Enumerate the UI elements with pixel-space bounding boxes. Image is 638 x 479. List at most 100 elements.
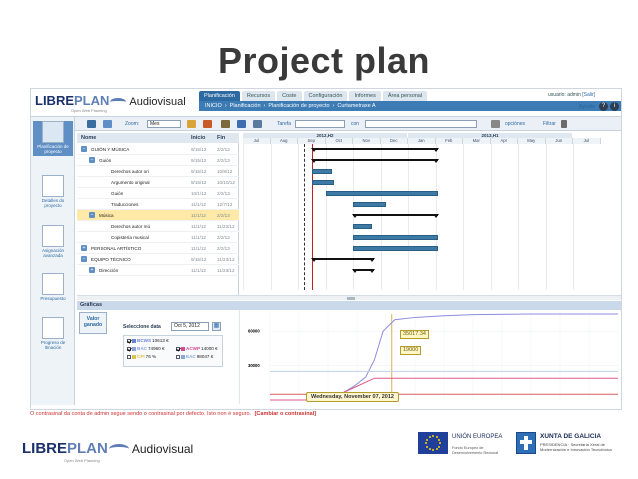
nav-item[interactable]: Asignación avanzada bbox=[33, 225, 73, 258]
help-link[interactable]: Ayuda bbox=[578, 104, 595, 110]
collapse-icon[interactable]: − bbox=[81, 256, 87, 262]
help-icon[interactable]: ? bbox=[599, 102, 608, 111]
gantt-summary-bar[interactable] bbox=[310, 258, 375, 262]
metric-bac[interactable]: BAC74960 € bbox=[127, 346, 165, 352]
search-icon[interactable] bbox=[491, 120, 500, 128]
gantt-summary-bar[interactable] bbox=[352, 269, 375, 273]
nav-item-icon bbox=[42, 317, 64, 339]
calendar-icon[interactable]: ▦ bbox=[212, 322, 221, 331]
gantt-summary-bar[interactable] bbox=[310, 148, 439, 152]
print-icon[interactable] bbox=[87, 120, 96, 128]
metric-eac[interactable]: EAC98047 € bbox=[176, 354, 213, 360]
metric-cpi[interactable]: CPI76 % bbox=[127, 354, 156, 360]
tree-row[interactable]: Argumento original 9/15/12 10/10/12 bbox=[77, 177, 239, 188]
metric-checkbox[interactable] bbox=[127, 354, 131, 359]
options-label[interactable]: opciónes bbox=[505, 121, 525, 127]
breadcrumb-item[interactable]: Planificación bbox=[230, 103, 261, 109]
gantt-summary-bar[interactable] bbox=[351, 214, 440, 218]
nav-item[interactable]: Presupuesto bbox=[33, 273, 73, 301]
nav-item-label: Planificación de proyecto bbox=[37, 144, 69, 154]
graphs-header[interactable]: Gráficas bbox=[77, 301, 621, 310]
tree-row[interactable]: Guión 10/1/12 2/2/13 bbox=[77, 188, 239, 199]
breadcrumb-item[interactable]: Curtametraxe A bbox=[337, 103, 375, 109]
folder-icon[interactable] bbox=[187, 120, 196, 128]
task-start: 11/1/12 bbox=[191, 246, 206, 251]
zoom-select[interactable]: Mes bbox=[147, 120, 181, 128]
timeline-month-header: Jul bbox=[573, 138, 601, 144]
filter-button[interactable]: Filtrar bbox=[543, 121, 556, 127]
metric-bcws[interactable]: BCWS10613 € bbox=[127, 338, 169, 344]
funnel-icon[interactable] bbox=[561, 120, 567, 128]
main-tab[interactable]: Informes bbox=[349, 91, 381, 101]
tree-row[interactable]: Derechos autor ori 9/15/12 10/8/12 bbox=[77, 166, 239, 177]
collapse-icon[interactable]: − bbox=[89, 157, 95, 163]
eu-star-icon bbox=[428, 435, 431, 438]
date-input[interactable]: Oct 5, 2012 bbox=[171, 322, 209, 331]
breadcrumb-item[interactable]: Planificación de proyecto bbox=[268, 103, 329, 109]
tree-icon[interactable] bbox=[253, 120, 262, 128]
tree-row[interactable]: + PERSONAL ARTÍSTICO 11/1/12 2/2/13 bbox=[77, 243, 239, 254]
gantt-task-bar[interactable] bbox=[353, 235, 439, 240]
metric-acwp[interactable]: ACWP14000 € bbox=[176, 346, 218, 352]
nav-item[interactable]: Planificación de proyecto bbox=[33, 121, 73, 156]
main-tab[interactable]: Coste bbox=[277, 91, 302, 101]
critical-path-icon[interactable] bbox=[203, 120, 212, 128]
footer-logo: LIBREPLAN Audiovisual bbox=[22, 440, 193, 457]
scrollbar-thumb[interactable] bbox=[347, 297, 355, 300]
metric-checkbox[interactable] bbox=[127, 338, 131, 343]
gantt-task-bar[interactable] bbox=[325, 191, 439, 196]
gantt-task-bar[interactable] bbox=[353, 246, 439, 251]
main-tab[interactable]: Configuración bbox=[303, 91, 348, 101]
expand-icon[interactable]: + bbox=[89, 267, 95, 273]
filter-input[interactable] bbox=[295, 120, 345, 128]
metric-checkbox[interactable] bbox=[176, 354, 180, 359]
tree-row[interactable]: − Música 11/1/12 2/2/13 bbox=[77, 210, 239, 221]
task-end: 2/2/13 bbox=[217, 158, 230, 163]
show-labels-icon[interactable] bbox=[221, 120, 230, 128]
collapse-icon[interactable]: − bbox=[81, 146, 87, 152]
tree-row[interactable]: − GUIÓN Y MÚSICA 9/15/12 2/2/13 bbox=[77, 144, 239, 155]
timeline-gridline bbox=[573, 144, 574, 290]
footer-logo-wing-icon bbox=[108, 444, 129, 454]
metric-checkbox[interactable] bbox=[176, 346, 180, 351]
logout-link[interactable]: [Salir] bbox=[582, 92, 595, 98]
nav-item-icon bbox=[42, 225, 64, 247]
gantt-summary-bar[interactable] bbox=[310, 159, 439, 163]
nav-item[interactable]: Detalles do proyecto bbox=[33, 175, 73, 208]
gantt-task-bar[interactable] bbox=[353, 224, 373, 229]
resources-icon[interactable] bbox=[237, 120, 246, 128]
footer-logo-subtitle: Open Web Planning bbox=[64, 458, 100, 463]
collapse-icon[interactable]: − bbox=[89, 212, 95, 218]
tree-col-name[interactable]: Nome bbox=[81, 135, 96, 141]
earned-value-tab[interactable]: Valor ganado bbox=[79, 312, 107, 334]
gantt-task-bar[interactable] bbox=[311, 180, 334, 185]
timeline-month-header: Dec bbox=[380, 138, 408, 144]
info-icon[interactable]: i bbox=[610, 102, 619, 111]
main-tab[interactable]: Recursos bbox=[241, 91, 276, 101]
timeline-gridline bbox=[380, 144, 382, 290]
gantt-task-bar[interactable] bbox=[311, 169, 333, 174]
metric-checkbox[interactable] bbox=[127, 346, 131, 351]
expand-icon[interactable] bbox=[103, 120, 112, 128]
main-tab[interactable]: Área personal bbox=[382, 91, 428, 101]
tree-row[interactable]: + Dirección 11/1/12 11/23/12 bbox=[77, 265, 239, 276]
gantt-horizontal-scrollbar[interactable] bbox=[77, 295, 621, 300]
gantt-task-bar[interactable] bbox=[353, 202, 386, 207]
nav-item[interactable]: Progreso de Itinación bbox=[33, 317, 73, 350]
tree-row[interactable]: − EQUIPO TÉCNICO 9/15/12 11/23/12 bbox=[77, 254, 239, 265]
app-logo[interactable]: LIBREPLAN Audiovisual bbox=[35, 93, 186, 108]
app-window: LIBREPLAN Audiovisual Open Web Planning P… bbox=[30, 88, 622, 410]
tree-row[interactable]: − Guión 9/15/12 2/2/13 bbox=[77, 155, 239, 166]
earned-value-svg: 60000 30000 bbox=[248, 313, 619, 401]
task-start: 9/15/12 bbox=[191, 180, 207, 185]
breadcrumb-item[interactable]: INICIO bbox=[205, 103, 222, 109]
expand-icon[interactable]: + bbox=[81, 245, 87, 251]
tree-row[interactable]: Traducciones 11/1/12 12/7/12 bbox=[77, 199, 239, 210]
tree-col-end[interactable]: Fin bbox=[217, 135, 225, 141]
con-input[interactable] bbox=[365, 120, 477, 128]
tree-row[interactable]: Derechos autor mú 11/1/12 11/22/12 bbox=[77, 221, 239, 232]
main-tab[interactable]: Planificación bbox=[199, 91, 240, 101]
change-password-link[interactable]: [Cambiar o contrasinal] bbox=[255, 411, 316, 417]
tree-row[interactable]: Copistería musical 11/1/12 2/2/13 bbox=[77, 232, 239, 243]
tree-col-start[interactable]: Inicio bbox=[191, 135, 205, 141]
